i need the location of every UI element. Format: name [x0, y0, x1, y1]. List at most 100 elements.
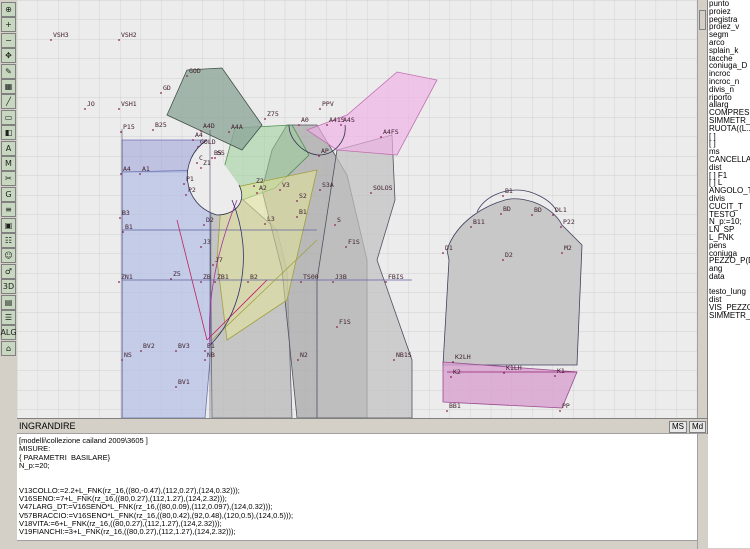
point-marker[interactable] — [160, 92, 162, 94]
point-marker[interactable] — [214, 281, 216, 283]
point-marker[interactable] — [50, 39, 52, 41]
point-marker[interactable] — [552, 214, 554, 216]
point-marker[interactable] — [319, 189, 321, 191]
point-marker[interactable] — [256, 192, 258, 194]
zoom-in-tool-icon[interactable]: + — [1, 17, 16, 33]
point-marker[interactable] — [214, 157, 216, 159]
script-text[interactable]: [modelli\collezione cailand 2009\3605 ] M… — [17, 434, 707, 537]
point-marker[interactable] — [452, 361, 454, 363]
point-marker[interactable] — [334, 224, 336, 226]
point-marker[interactable] — [204, 359, 206, 361]
point-marker[interactable] — [175, 386, 177, 388]
ms-button[interactable]: MS — [669, 421, 687, 433]
script-editor[interactable]: INGRANDIRE MS Md [modelli\collezione cai… — [17, 418, 708, 549]
scroll-thumb[interactable] — [699, 10, 706, 30]
gear-tool-icon[interactable]: G — [1, 186, 16, 202]
point-marker[interactable] — [319, 108, 321, 110]
measurement-tool-icon[interactable]: M — [1, 156, 16, 171]
library-tool-icon[interactable]: ☷ — [1, 233, 16, 248]
hanger-tool-icon[interactable]: ⌂ — [1, 340, 16, 356]
measure-tool-icon[interactable]: ╱ — [1, 94, 16, 110]
point-marker[interactable] — [204, 350, 206, 352]
point-marker[interactable] — [370, 192, 372, 194]
command-item[interactable]: data — [708, 272, 750, 281]
point-marker[interactable] — [450, 376, 452, 378]
point-marker[interactable] — [196, 162, 198, 164]
point-marker[interactable] — [118, 39, 120, 41]
point-marker[interactable] — [211, 157, 213, 159]
point-marker[interactable] — [385, 281, 387, 283]
point-marker[interactable] — [279, 189, 281, 191]
scissors-tool-icon[interactable]: ✂ — [1, 171, 16, 187]
point-marker[interactable] — [318, 155, 320, 157]
layers-stack-tool-icon[interactable]: ☰ — [1, 310, 16, 325]
view-3d-tool-icon[interactable]: 3D — [1, 279, 16, 295]
point-marker[interactable] — [183, 183, 185, 185]
point-marker[interactable] — [336, 326, 338, 328]
layers-tool-icon[interactable]: ≡ — [1, 202, 16, 218]
point-marker[interactable] — [393, 359, 395, 361]
pattern-drawing[interactable]: VSH3 VSH2 GOD GD JO VSH1 PPV P15 B25 A4D A4A Z75 A4 A… — [17, 0, 697, 418]
image-tool-icon[interactable]: ▣ — [1, 217, 16, 233]
point-marker[interactable] — [559, 410, 561, 412]
point-marker[interactable] — [118, 108, 120, 110]
point-marker[interactable] — [296, 200, 298, 202]
point-marker[interactable] — [175, 350, 177, 352]
point-marker[interactable] — [247, 281, 249, 283]
point-marker[interactable] — [200, 281, 202, 283]
point-marker[interactable] — [332, 281, 334, 283]
point-marker[interactable] — [442, 252, 444, 254]
point-marker[interactable] — [560, 226, 562, 228]
pencil-tool-icon[interactable]: ✎ — [1, 63, 16, 79]
point-marker[interactable] — [531, 214, 533, 216]
point-marker[interactable] — [561, 252, 563, 254]
model-tool-icon[interactable]: ☺ — [1, 248, 16, 264]
point-marker[interactable] — [192, 139, 194, 141]
point-marker[interactable] — [185, 194, 187, 196]
point-marker[interactable] — [264, 223, 266, 225]
point-marker[interactable] — [197, 146, 199, 148]
point-marker[interactable] — [345, 246, 347, 248]
point-marker[interactable] — [122, 231, 124, 233]
md-button[interactable]: Md — [689, 421, 707, 433]
point-marker[interactable] — [118, 281, 120, 283]
command-item[interactable]: SIMMETR_L= — [708, 311, 750, 320]
point-marker[interactable] — [170, 278, 172, 280]
point-marker[interactable] — [203, 224, 205, 226]
point-marker[interactable] — [212, 264, 214, 266]
ruler-tool-icon[interactable]: ▭ — [1, 109, 16, 125]
point-marker[interactable] — [300, 281, 302, 283]
zoom-tool-icon[interactable]: ⊕ — [1, 2, 16, 17]
point-marker[interactable] — [186, 75, 188, 77]
point-marker[interactable] — [554, 375, 556, 377]
grid-tool-icon[interactable]: ▦ — [1, 79, 16, 94]
algorithm-tool-icon[interactable]: ALG — [0, 325, 17, 341]
editor-vertical-scrollbar[interactable] — [697, 434, 708, 549]
point-marker[interactable] — [228, 131, 230, 133]
point-marker[interactable] — [120, 173, 122, 175]
skeleton-tool-icon[interactable]: ♂ — [1, 263, 16, 279]
point-marker[interactable] — [502, 195, 504, 197]
point-marker[interactable] — [502, 259, 504, 261]
point-marker[interactable] — [298, 124, 300, 126]
point-marker[interactable] — [500, 213, 502, 215]
point-marker[interactable] — [326, 124, 328, 126]
point-marker[interactable] — [340, 124, 342, 126]
stack-tool-icon[interactable]: ▤ — [1, 294, 16, 310]
pattern-canvas[interactable]: VSH3 VSH2 GOD GD JO VSH1 PPV P15 B25 A4D A4A Z75 A4 A… — [17, 0, 697, 418]
point-marker[interactable] — [253, 185, 255, 187]
pan-tool-icon[interactable]: ✥ — [1, 48, 16, 64]
point-marker[interactable] — [140, 350, 142, 352]
point-marker[interactable] — [380, 136, 382, 138]
point-marker[interactable] — [200, 246, 202, 248]
point-marker[interactable] — [200, 167, 202, 169]
point-marker[interactable] — [264, 118, 266, 120]
point-marker[interactable] — [84, 108, 86, 110]
point-marker[interactable] — [296, 216, 298, 218]
point-marker[interactable] — [152, 129, 154, 131]
point-marker[interactable] — [297, 359, 299, 361]
point-marker[interactable] — [119, 217, 121, 219]
point-marker[interactable] — [470, 226, 472, 228]
text-tool-icon[interactable]: A — [1, 140, 16, 156]
mirror-tool-icon[interactable]: ◧ — [1, 125, 16, 141]
